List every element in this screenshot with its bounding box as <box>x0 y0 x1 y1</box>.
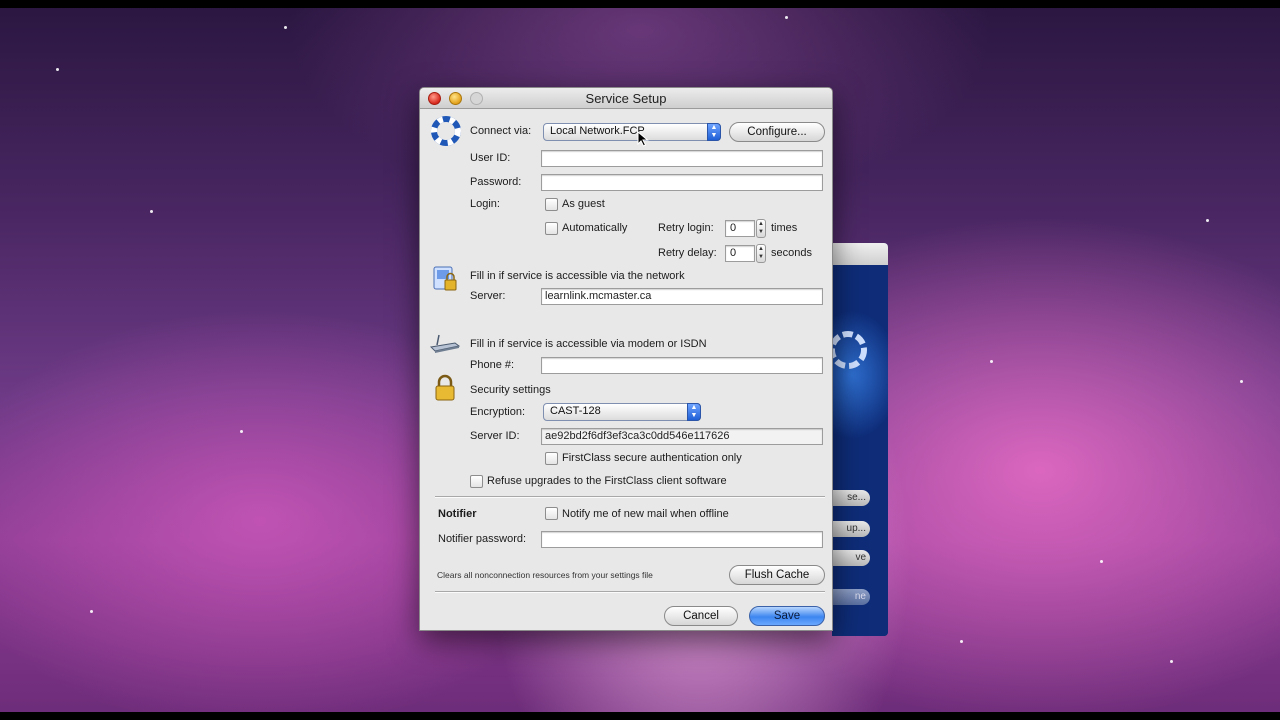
login-label: Login: <box>470 198 500 210</box>
encryption-popup[interactable]: CAST-128 ▲ ▼ <box>543 403 701 421</box>
service-setup-dialog: Service Setup Connect via: Local Network… <box>419 87 833 631</box>
star <box>960 640 963 643</box>
automatically-label: Automatically <box>562 222 628 234</box>
letterbox-top <box>0 0 1280 8</box>
automatically-checkbox[interactable] <box>545 222 558 235</box>
connect-via-popup[interactable]: Local Network.FCP ▲ ▼ <box>543 123 721 141</box>
cancel-button[interactable]: Cancel <box>664 606 738 626</box>
notify-label: Notify me of new mail when offline <box>562 508 729 520</box>
as-guest-checkbox[interactable] <box>545 198 558 211</box>
phone-field[interactable] <box>541 357 823 374</box>
server-field[interactable]: learnlink.mcmaster.ca <box>541 288 823 305</box>
times-label: times <box>771 222 798 234</box>
server-id-field[interactable]: ae92bd2f6df3ef3ca3c0dd546e117626 <box>541 428 823 445</box>
background-window-panel <box>832 265 888 636</box>
notifier-heading: Notifier <box>438 508 477 520</box>
seconds-label: seconds <box>771 247 812 259</box>
star <box>1240 380 1243 383</box>
refuse-upgrades-label: Refuse upgrades to the FirstClass client… <box>487 475 727 487</box>
user-id-field[interactable] <box>541 150 823 167</box>
star <box>90 610 93 613</box>
background-button-2[interactable]: up... <box>832 521 870 537</box>
retry-delay-field[interactable]: 0 <box>725 245 755 262</box>
encryption-value: CAST-128 <box>550 405 601 417</box>
notifier-password-label: Notifier password: <box>438 533 527 545</box>
divider <box>435 591 825 593</box>
background-window: se... up... ve ne <box>832 243 888 636</box>
network-lock-icon <box>433 266 457 291</box>
divider <box>435 496 825 498</box>
network-note: Fill in if service is accessible via the… <box>470 270 685 282</box>
save-button[interactable]: Save <box>749 606 825 626</box>
password-label: Password: <box>470 176 522 188</box>
retry-delay-label: Retry delay: <box>658 247 717 259</box>
retry-login-label: Retry login: <box>658 222 714 234</box>
letterbox-bottom <box>0 712 1280 720</box>
star <box>1100 560 1103 563</box>
encryption-label: Encryption: <box>470 406 526 418</box>
connect-via-value: Local Network.FCP <box>550 125 645 137</box>
popup-arrows-icon: ▲ ▼ <box>707 123 721 141</box>
mouse-cursor-icon <box>637 131 649 147</box>
as-guest-label: As guest <box>562 198 605 210</box>
star <box>990 360 993 363</box>
star <box>785 16 788 19</box>
firstclass-connection-icon <box>431 116 461 146</box>
star <box>1206 219 1209 222</box>
server-id-label: Server ID: <box>470 430 520 442</box>
phone-label: Phone #: <box>470 359 515 371</box>
secure-auth-checkbox[interactable] <box>545 452 558 465</box>
security-heading: Security settings <box>470 384 551 396</box>
star <box>240 430 243 433</box>
star <box>150 210 153 213</box>
flush-cache-button[interactable]: Flush Cache <box>729 565 825 585</box>
cache-note: Clears all nonconnection resources from … <box>437 570 653 580</box>
background-button-1[interactable]: se... <box>832 490 870 506</box>
window-title: Service Setup <box>585 91 667 106</box>
background-window-titlebar <box>832 243 888 265</box>
modem-icon <box>429 334 461 353</box>
notify-checkbox[interactable] <box>545 507 558 520</box>
firstclass-logo-icon <box>832 331 867 369</box>
star <box>1170 660 1173 663</box>
notifier-password-field[interactable] <box>541 531 823 548</box>
user-id-label: User ID: <box>470 152 511 164</box>
retry-delay-stepper[interactable]: ▲ ▼ <box>756 244 766 263</box>
connect-via-label: Connect via: <box>470 125 532 137</box>
server-label: Server: <box>470 290 506 302</box>
retry-login-field[interactable]: 0 <box>725 220 755 237</box>
refuse-upgrades-checkbox[interactable] <box>470 475 483 488</box>
padlock-icon <box>435 374 455 401</box>
star <box>284 26 287 29</box>
star <box>56 68 59 71</box>
configure-button[interactable]: Configure... <box>729 122 825 142</box>
titlebar: Service Setup <box>420 88 832 109</box>
background-button-3[interactable]: ve <box>832 550 870 566</box>
modem-note: Fill in if service is accessible via mod… <box>470 338 707 350</box>
password-field[interactable] <box>541 174 823 191</box>
background-button-4[interactable]: ne <box>832 589 870 605</box>
secure-auth-label: FirstClass secure authentication only <box>562 452 742 464</box>
popup-arrows-icon: ▲ ▼ <box>687 403 701 421</box>
retry-login-stepper[interactable]: ▲ ▼ <box>756 219 766 238</box>
